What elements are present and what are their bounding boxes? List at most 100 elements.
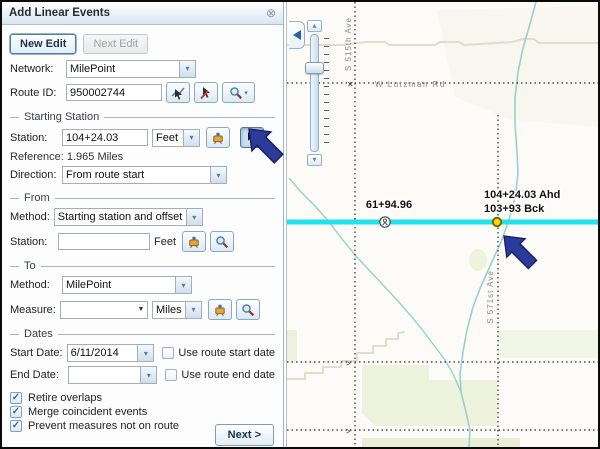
prevent-measures-checkbox[interactable]: ✓ — [10, 420, 22, 432]
collapse-panel-button[interactable] — [289, 21, 305, 49]
network-value: MilePoint — [67, 61, 179, 77]
use-route-end-date-checkbox[interactable] — [165, 369, 177, 381]
use-route-start-date-checkbox[interactable] — [162, 347, 174, 359]
direction-value: From route start — [63, 167, 210, 183]
starting-station-section: Starting Station — [10, 111, 275, 123]
calendar-dropdown-icon[interactable]: ▾ — [137, 345, 153, 361]
milepost-icon — [211, 131, 225, 145]
zoom-slider-track[interactable] — [310, 34, 319, 152]
station-units-value: Feet — [153, 130, 183, 146]
section-label: Starting Station — [24, 111, 99, 123]
zoom-in-button[interactable]: ▴ — [307, 20, 322, 32]
clear-selection-icon — [199, 86, 213, 100]
pick-station-milepost-button[interactable] — [206, 127, 230, 148]
direction-label: Direction: — [10, 169, 58, 181]
measure-units-select[interactable]: Miles ▾ — [152, 301, 202, 319]
chevron-down-icon[interactable]: ▾ — [185, 302, 201, 318]
panel-header: Add Linear Events ⊗ — [2, 2, 283, 25]
measure-combo[interactable]: ▼ — [60, 301, 148, 319]
end-date-picker[interactable]: ▾ — [68, 366, 158, 384]
panel-title: Add Linear Events — [9, 7, 110, 19]
network-select[interactable]: MilePoint ▾ — [66, 60, 196, 78]
chevron-down-icon[interactable]: ▾ — [183, 130, 199, 146]
from-search-button[interactable] — [210, 231, 234, 252]
merge-coincident-events-checkbox[interactable]: ✓ — [10, 406, 22, 418]
station-measure-label: 61+94.96 — [366, 199, 412, 211]
app-window: Add Linear Events ⊗ New Edit Next Edit N… — [0, 0, 600, 449]
from-station-label: Station: — [10, 236, 54, 248]
route-search-button[interactable]: ▾ — [222, 82, 255, 103]
network-label: Network: — [10, 63, 62, 75]
clear-route-selection-button[interactable] — [194, 82, 218, 103]
search-icon — [229, 86, 243, 100]
zoom-slider-ticks — [324, 38, 329, 150]
chevron-down-icon[interactable]: ▾ — [175, 277, 191, 293]
picked-station-label-back: 103+93 Bck — [484, 203, 545, 215]
starting-station-input[interactable] — [62, 129, 148, 146]
section-label: To — [24, 260, 36, 272]
to-pick-milepost-button[interactable] — [208, 299, 232, 320]
end-date-label: End Date: — [10, 369, 64, 381]
search-dropdown-caret-icon[interactable]: ▾ — [244, 89, 248, 97]
to-method-label: Method: — [10, 279, 58, 291]
from-method-select[interactable]: Starting station and offset ▾ — [54, 208, 203, 226]
chevron-down-icon[interactable]: ▾ — [186, 209, 202, 225]
station-label: Station: — [10, 132, 58, 144]
route-id-input[interactable] — [66, 84, 162, 101]
street-label-vertical-left: S 515th Ave — [344, 17, 353, 71]
select-route-on-map-button[interactable] — [166, 82, 190, 103]
section-label: From — [24, 192, 50, 204]
measure-label: Measure: — [10, 304, 56, 316]
from-pick-milepost-button[interactable] — [182, 231, 206, 252]
select-station-icon — [245, 131, 259, 145]
merge-coincident-events-label: Merge coincident events — [28, 406, 147, 418]
close-icon[interactable]: ⊗ — [266, 7, 276, 19]
start-date-picker[interactable]: 6/11/2014 ▾ — [67, 344, 155, 362]
picked-station-point[interactable] — [493, 218, 501, 226]
station-units-select[interactable]: Feet ▾ — [152, 129, 200, 147]
map-zoom-slider[interactable]: ▴ ▾ — [304, 20, 336, 168]
zoom-out-button[interactable]: ▾ — [307, 154, 322, 166]
milepost-icon — [187, 235, 201, 249]
street-label-vertical-right: S 571st Ave — [486, 270, 495, 324]
from-station-input[interactable] — [58, 233, 150, 250]
field-polygon — [287, 330, 297, 362]
search-icon — [215, 235, 229, 249]
route-id-label: Route ID: — [10, 87, 62, 99]
zoom-slider-thumb[interactable] — [305, 62, 324, 74]
panel-body: New Edit Next Edit Network: MilePoint ▾ … — [2, 25, 283, 448]
map-canvas[interactable]: ✕ > > W Lutzman Rd S 515th Ave S 571st A… — [286, 2, 600, 447]
from-method-value: Starting station and offset — [55, 209, 186, 225]
select-station-on-map-button[interactable] — [240, 127, 264, 148]
from-method-label: Method: — [10, 211, 50, 223]
direction-mark: > — [346, 359, 351, 368]
direction-select[interactable]: From route start ▾ — [62, 166, 227, 184]
from-station-units: Feet — [154, 236, 176, 248]
new-edit-button[interactable]: New Edit — [10, 34, 76, 54]
chevron-down-icon[interactable]: ▾ — [179, 61, 195, 77]
calendar-dropdown-icon[interactable]: ▾ — [140, 367, 156, 383]
direction-mark: > — [346, 427, 351, 436]
intersection-mark: ✕ — [347, 80, 354, 89]
retire-overlaps-label: Retire overlaps — [28, 392, 102, 404]
chevron-down-icon[interactable]: ▾ — [210, 167, 226, 183]
chevron-down-icon[interactable]: ▼ — [135, 302, 147, 318]
to-search-button[interactable] — [236, 299, 260, 320]
field-polygon — [498, 330, 600, 358]
picked-station-label-ahead: 104+24.03 Ahd — [484, 189, 560, 201]
end-date-value — [69, 367, 141, 383]
add-linear-events-panel: Add Linear Events ⊗ New Edit Next Edit N… — [2, 2, 284, 447]
prevent-measures-label: Prevent measures not on route — [28, 420, 179, 432]
start-date-label: Start Date: — [10, 347, 63, 359]
retire-overlaps-checkbox[interactable]: ✓ — [10, 392, 22, 404]
select-route-icon — [171, 86, 185, 100]
to-method-select[interactable]: MilePoint ▾ — [62, 276, 192, 294]
milepost-icon — [213, 303, 227, 317]
next-edit-button[interactable]: Next Edit — [83, 34, 148, 54]
from-section: From — [10, 192, 275, 204]
to-section: To — [10, 260, 275, 272]
section-label: Dates — [24, 328, 53, 340]
collapse-left-triangle-icon — [293, 30, 301, 40]
measure-units-value: Miles — [153, 302, 185, 318]
next-button[interactable]: Next > — [215, 424, 274, 446]
